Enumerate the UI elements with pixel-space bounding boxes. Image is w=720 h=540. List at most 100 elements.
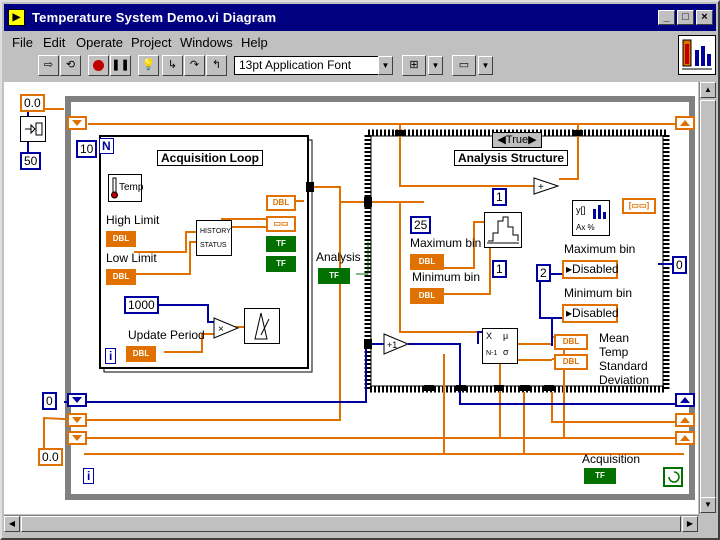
pause-icon[interactable]: ❚❚ <box>110 55 131 76</box>
scroll-left-button[interactable]: ◀ <box>4 516 20 532</box>
font-selector[interactable]: 13pt Application Font <box>234 56 392 75</box>
chevron-left-icon[interactable]: ◀ <box>497 134 505 146</box>
toolbar: ⇨ ⟲ ❚❚ 💡 ↳ ↷ ↰ 13pt Application Font ▼ ⊞… <box>4 54 674 79</box>
acquisition-label: Acquisition <box>582 452 641 466</box>
case-selector[interactable]: ◀True▶ <box>492 132 542 148</box>
wait-timer-icon[interactable] <box>20 116 46 142</box>
svg-text:+: + <box>538 182 544 193</box>
vertical-scrollbar[interactable]: ▲ ▼ <box>699 82 716 514</box>
step-into-icon[interactable]: ↳ <box>162 55 183 76</box>
maximum-bin-output-label: Maximum bin <box>564 242 636 256</box>
acquisition-control[interactable]: TF <box>584 468 616 484</box>
vi-connector-icon[interactable] <box>678 35 716 75</box>
histogram-graph-icon[interactable]: y[] Ax % <box>572 200 610 236</box>
scroll-right-button[interactable]: ▶ <box>682 516 698 532</box>
high-alarm-terminal[interactable]: TF <box>266 236 296 252</box>
for-loop-count-terminal: N <box>99 138 114 154</box>
analysis-structure-label: Analysis Structure <box>454 150 569 166</box>
for-loop-iteration-terminal: i <box>105 348 117 364</box>
high-limit-label: High Limit <box>106 213 160 227</box>
scroll-up-button[interactable]: ▲ <box>700 82 716 98</box>
align-objects-icon[interactable]: ⊞ <box>402 55 426 76</box>
menu-project[interactable]: Project <box>131 35 171 50</box>
temp-sensor-icon[interactable]: Temp <box>108 174 144 202</box>
acquisition-loop-label: Acquisition Loop <box>157 150 263 166</box>
horizontal-scrollbar[interactable]: ◀ ▶ <box>4 515 699 532</box>
chevron-right-icon[interactable]: ▶ <box>528 134 536 146</box>
const-0[interactable]: 0 <box>42 392 57 410</box>
scroll-down-button[interactable]: ▼ <box>700 497 716 513</box>
menu-file[interactable]: File <box>12 35 33 50</box>
svg-text:×: × <box>218 324 224 335</box>
low-alarm-terminal[interactable]: TF <box>266 256 296 272</box>
temp-label: Temp <box>119 182 144 193</box>
window-title: Temperature System Demo.vi Diagram <box>32 10 277 25</box>
low-limit-control[interactable]: DBL <box>106 269 136 285</box>
count-50-constant[interactable]: 50 <box>20 152 42 170</box>
history-dbl-terminal[interactable]: DBL <box>266 195 296 211</box>
minimize-button[interactable]: _ <box>658 10 675 25</box>
std-dev-indicator[interactable]: DBL <box>554 354 588 370</box>
step-over-icon[interactable]: ↷ <box>184 55 205 76</box>
mean-std-dev-icon[interactable]: Xμ σ N-1 <box>482 328 518 364</box>
chevron-down-icon[interactable]: ▼ <box>428 56 443 75</box>
const-0-right[interactable]: 0 <box>672 256 687 274</box>
minimum-bin-control[interactable]: DBL <box>410 288 444 304</box>
menu-operate[interactable]: Operate <box>76 35 123 50</box>
maximum-bin-control[interactable]: DBL <box>410 254 444 270</box>
minimum-bin-label: Minimum bin <box>412 270 481 284</box>
distribute-objects-icon[interactable]: ▭ <box>452 55 476 76</box>
horizontal-scroll-thumb[interactable] <box>21 516 681 532</box>
analysis-switch-control[interactable]: TF <box>318 268 350 284</box>
step-out-icon[interactable]: ↰ <box>206 55 227 76</box>
update-period-control[interactable]: DBL <box>126 346 156 362</box>
deviation-label: Deviation <box>599 373 650 387</box>
history-array-terminal[interactable]: ▭▭ <box>266 216 296 232</box>
vi-icon: ▶ <box>8 9 25 26</box>
const-1a[interactable]: 1 <box>492 188 507 206</box>
block-diagram[interactable]: + +1 × 0.0 50 10 N Acquisition Loop Temp… <box>4 82 698 514</box>
loop-count-10-constant[interactable]: 10 <box>76 140 98 158</box>
run-arrow-icon[interactable]: ⇨ <box>38 55 59 76</box>
const-1b[interactable]: 1 <box>492 260 507 278</box>
loop-condition-icon[interactable] <box>662 466 682 486</box>
title-bar[interactable]: ▶ Temperature System Demo.vi Diagram _ □… <box>4 4 716 31</box>
chevron-down-icon[interactable]: ▼ <box>478 56 493 75</box>
abort-icon[interactable] <box>88 55 109 76</box>
menu-edit[interactable]: Edit <box>43 35 65 50</box>
svg-text:+1: +1 <box>387 340 397 350</box>
minimum-bin-disabled-attribute[interactable]: ▸Disabled <box>562 304 619 323</box>
low-limit-label: Low Limit <box>106 251 157 265</box>
menu-windows[interactable]: Windows <box>180 35 233 50</box>
svg-text:X: X <box>486 331 492 341</box>
diagram-window: ▶ Temperature System Demo.vi Diagram _ □… <box>0 0 720 540</box>
standard-label: Standard <box>599 359 648 373</box>
high-limit-control[interactable]: DBL <box>106 231 136 247</box>
const-0-0[interactable]: 0.0 <box>38 448 63 466</box>
histogram-array-output[interactable]: [▭▭] <box>622 198 656 214</box>
svg-text:y[]: y[] <box>576 205 586 215</box>
maximize-button[interactable]: □ <box>677 10 694 25</box>
close-button[interactable]: × <box>696 10 713 25</box>
outer-loop-iteration-terminal: i <box>83 468 95 484</box>
chevron-down-icon[interactable]: ▼ <box>378 56 393 75</box>
run-continuously-icon[interactable]: ⟲ <box>60 55 81 76</box>
minimum-bin-output-label: Minimum bin <box>564 286 633 300</box>
maximum-bin-disabled-attribute[interactable]: ▸Disabled <box>562 260 619 279</box>
metronome-icon[interactable] <box>244 308 280 344</box>
delay-constant[interactable]: 0.0 <box>20 94 45 112</box>
history-status-subvi[interactable]: HISTORY STATUS <box>196 220 232 256</box>
const-2[interactable]: 2 <box>536 264 551 282</box>
svg-text:N-1: N-1 <box>486 350 497 357</box>
const-25[interactable]: 25 <box>410 216 432 234</box>
mean-temp-label: Temp <box>599 345 629 359</box>
vertical-scroll-thumb[interactable] <box>700 100 716 500</box>
menu-help[interactable]: Help <box>241 35 268 50</box>
highlight-execution-icon[interactable]: 💡 <box>138 55 159 76</box>
const-1000[interactable]: 1000 <box>124 296 159 314</box>
analysis-label: Analysis <box>316 250 361 264</box>
update-period-label: Update Period <box>128 328 205 342</box>
mean-indicator[interactable]: DBL <box>554 334 588 350</box>
menu-bar: File Edit Operate Project Windows Help <box>4 33 674 53</box>
histogram-icon[interactable] <box>484 212 522 248</box>
